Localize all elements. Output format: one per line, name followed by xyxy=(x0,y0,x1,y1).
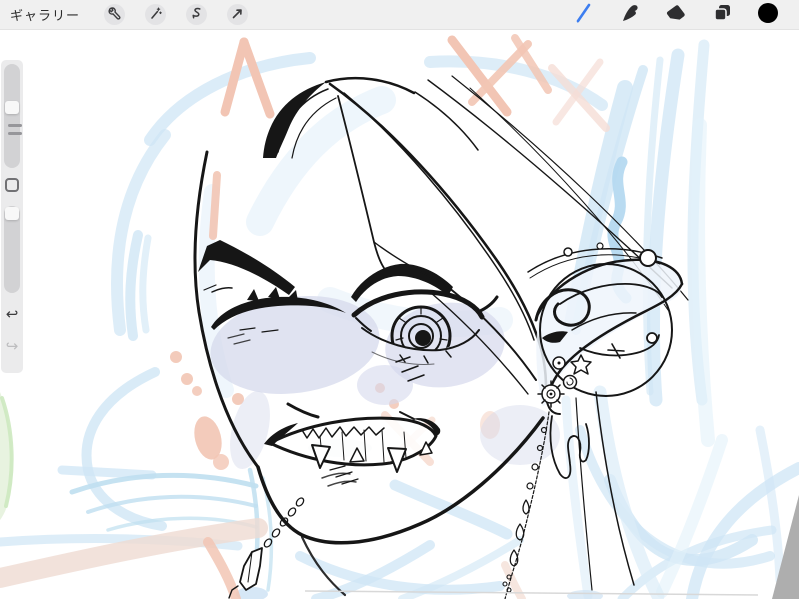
eraser-tool-button[interactable] xyxy=(664,3,688,27)
sidebar-grabber-line[interactable] xyxy=(8,132,22,135)
brush-opacity-handle[interactable] xyxy=(5,207,19,220)
eraser-icon xyxy=(665,3,687,27)
smudge-icon xyxy=(619,2,641,28)
color-swatch-circle xyxy=(757,2,779,28)
layers-icon xyxy=(712,2,733,27)
brush-opacity-slider[interactable] xyxy=(4,206,20,293)
actions-button[interactable] xyxy=(104,4,126,25)
redo-button[interactable]: ↪ xyxy=(1,336,23,356)
layers-button[interactable] xyxy=(710,3,734,27)
selection-button[interactable] xyxy=(186,4,208,25)
selection-s-icon xyxy=(190,5,203,24)
top-toolbar: ギャラリー xyxy=(0,0,799,30)
gallery-button[interactable]: ギャラリー xyxy=(10,5,80,24)
brush-size-handle[interactable] xyxy=(5,101,19,114)
color-swatch-button[interactable] xyxy=(756,2,780,28)
transform-arrow-icon xyxy=(231,5,244,24)
drawing-canvas[interactable] xyxy=(0,0,799,599)
procreate-window: ギャラリー ↩ ↪ xyxy=(0,0,799,599)
brush-icon xyxy=(574,2,594,28)
wrench-icon xyxy=(108,5,121,24)
brush-size-slider[interactable] xyxy=(4,64,22,168)
undo-button[interactable]: ↩ xyxy=(1,304,23,324)
sketch-layer-green xyxy=(0,392,14,520)
modify-button[interactable] xyxy=(5,178,19,192)
paint-tool-button[interactable] xyxy=(572,3,596,27)
transform-button[interactable] xyxy=(227,4,249,25)
smudge-tool-button[interactable] xyxy=(618,3,642,27)
adjustments-button[interactable] xyxy=(145,4,167,25)
sidebar-grabber-line[interactable] xyxy=(8,124,22,127)
brush-sidebar: ↩ ↪ xyxy=(1,60,23,373)
magic-wand-icon xyxy=(149,5,162,24)
